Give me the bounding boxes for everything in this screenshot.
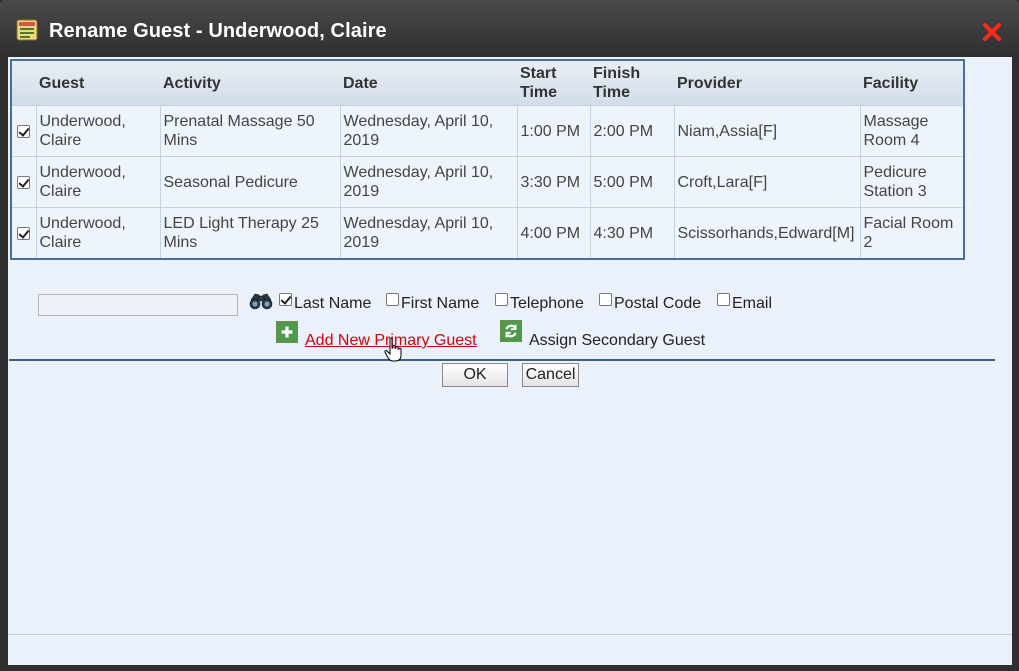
cell-date: Wednesday, April 10, 2019 <box>339 156 518 208</box>
row-select-cell <box>10 207 37 260</box>
cell-start: 1:00 PM <box>516 105 591 157</box>
header-date: Date <box>340 60 517 106</box>
option-first-name[interactable]: First Name <box>386 291 480 312</box>
cell-activity: Prenatal Massage 50 Mins <box>159 105 341 157</box>
cell-activity: LED Light Therapy 25 Mins <box>159 207 341 260</box>
cell-start: 3:30 PM <box>516 156 591 208</box>
cell-guest: Underwood, Claire <box>35 207 161 260</box>
row-checkbox[interactable] <box>17 226 31 240</box>
table-row: Underwood, Claire LED Light Therapy 25 M… <box>10 207 965 260</box>
header-start-time: Start Time <box>517 60 590 106</box>
appointments-table: Guest Activity Date Start Time Finish Ti… <box>10 59 965 260</box>
option-postal-code[interactable]: Postal Code <box>599 291 702 312</box>
email-label: Email <box>732 295 773 312</box>
cell-activity: Seasonal Pedicure <box>159 156 341 208</box>
option-email[interactable]: Email <box>717 291 773 312</box>
cell-provider: Croft,Lara[F] <box>673 156 861 208</box>
header-activity: Activity <box>160 60 340 106</box>
cell-facility: Pedicure Station 3 <box>859 156 965 208</box>
footer-divider <box>8 634 1012 635</box>
cell-facility: Facial Room 2 <box>859 207 965 260</box>
cell-provider: Niam,Assia[F] <box>673 105 861 157</box>
cell-provider: Scissorhands,Edward[M] <box>673 207 861 260</box>
header-finish-label: Finish Time <box>593 65 641 101</box>
postal-code-label: Postal Code <box>614 295 702 312</box>
assign-secondary-guest-link[interactable]: Assign Secondary Guest <box>529 332 705 350</box>
first-name-checkbox[interactable] <box>386 293 399 306</box>
cell-guest: Underwood, Claire <box>35 105 161 157</box>
header-provider: Provider <box>674 60 860 106</box>
plus-icon[interactable] <box>276 321 298 343</box>
cell-date: Wednesday, April 10, 2019 <box>339 207 518 260</box>
window-list-icon <box>16 19 38 41</box>
option-last-name[interactable]: Last Name <box>279 291 372 312</box>
cell-date: Wednesday, April 10, 2019 <box>339 105 518 157</box>
row-checkbox[interactable] <box>17 124 31 138</box>
dialog-content: Guest Activity Date Start Time Finish Ti… <box>8 56 1012 665</box>
telephone-label: Telephone <box>510 295 584 312</box>
dialog-title: Rename Guest - Underwood, Claire <box>49 20 387 42</box>
cell-finish: 2:00 PM <box>589 105 675 157</box>
header-start-label: Start Time <box>520 65 558 101</box>
postal-code-checkbox[interactable] <box>599 293 612 306</box>
close-icon[interactable] <box>980 20 1004 44</box>
binoculars-icon[interactable] <box>248 291 274 311</box>
cell-start: 4:00 PM <box>516 207 591 260</box>
header-guest: Guest <box>36 60 160 106</box>
table-header-row: Guest Activity Date Start Time Finish Ti… <box>11 60 964 106</box>
cancel-button[interactable]: Cancel <box>522 363 579 387</box>
header-select <box>11 60 36 106</box>
row-checkbox[interactable] <box>17 175 31 189</box>
cell-finish: 4:30 PM <box>589 207 675 260</box>
cell-facility: Massage Room 4 <box>859 105 965 157</box>
refresh-icon[interactable] <box>500 320 522 342</box>
ok-button[interactable]: OK <box>442 363 508 387</box>
guest-search-input[interactable] <box>38 294 238 316</box>
rename-guest-dialog: Rename Guest - Underwood, Claire Guest A… <box>0 0 1019 671</box>
header-finish-time: Finish Time <box>590 60 674 106</box>
table-row: Underwood, Claire Prenatal Massage 50 Mi… <box>10 105 965 157</box>
telephone-checkbox[interactable] <box>495 293 508 306</box>
section-divider <box>9 359 995 361</box>
email-checkbox[interactable] <box>717 293 730 306</box>
dialog-titlebar[interactable]: Rename Guest - Underwood, Claire <box>0 0 1019 58</box>
cell-finish: 5:00 PM <box>589 156 675 208</box>
hand-pointer-icon <box>384 337 402 362</box>
table-row: Underwood, Claire Seasonal Pedicure Wedn… <box>10 156 965 208</box>
cell-guest: Underwood, Claire <box>35 156 161 208</box>
option-telephone[interactable]: Telephone <box>495 291 584 312</box>
last-name-checkbox[interactable] <box>279 293 292 306</box>
row-select-cell <box>10 156 37 208</box>
row-select-cell <box>10 105 37 157</box>
header-facility: Facility <box>860 60 964 106</box>
last-name-label: Last Name <box>294 295 372 312</box>
first-name-label: First Name <box>401 295 480 312</box>
